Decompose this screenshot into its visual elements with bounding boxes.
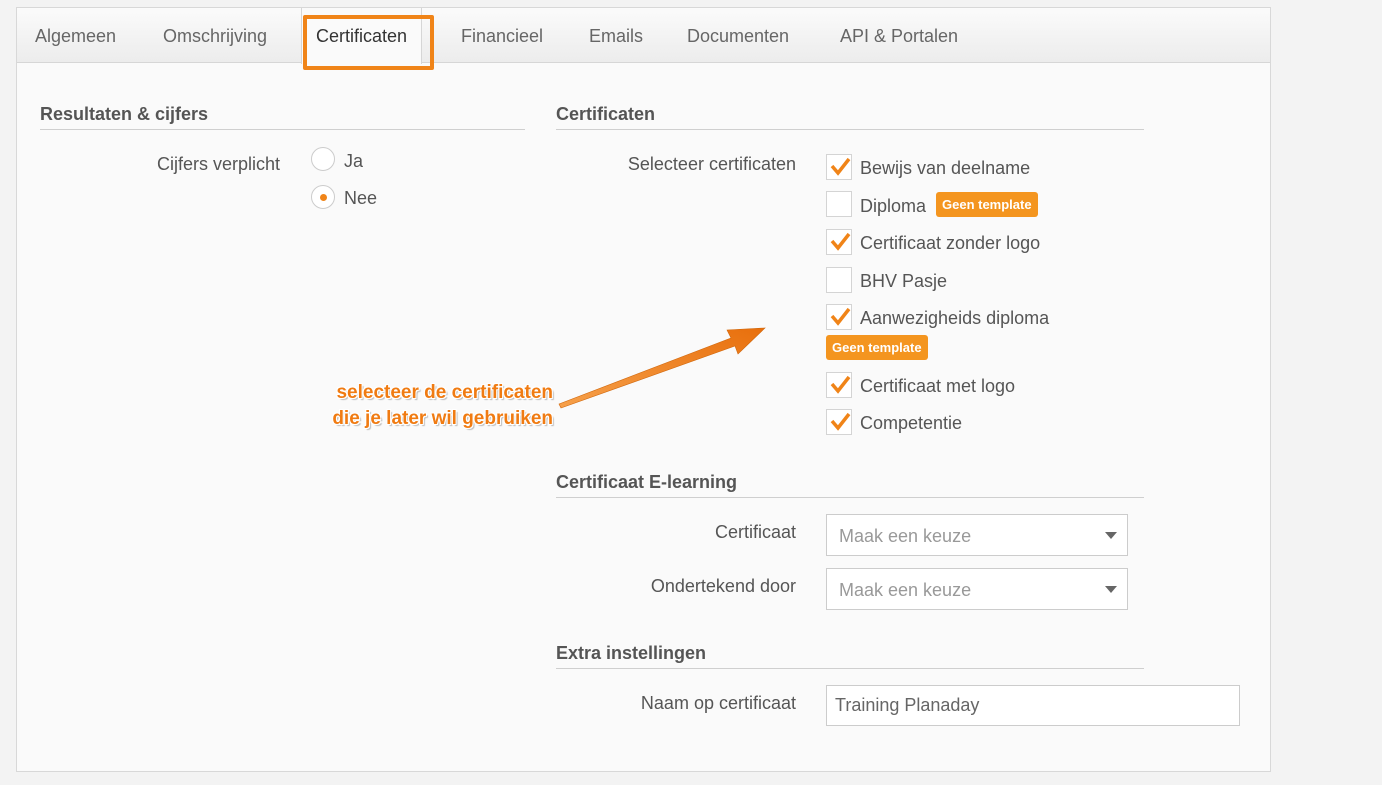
tab-api-portalen[interactable]: API & Portalen xyxy=(840,8,958,63)
cert-label: Aanwezigheids diploma xyxy=(860,308,1050,328)
tab-omschrijving[interactable]: Omschrijving xyxy=(163,8,267,63)
certificate-select[interactable]: Maak een keuze xyxy=(826,514,1128,556)
checkmark-icon xyxy=(830,157,851,176)
cert-label: Certificaat zonder logo xyxy=(860,233,1041,253)
results-section-title: Resultaten & cijfers xyxy=(40,104,525,130)
radio-nee[interactable] xyxy=(311,185,335,209)
extra-settings-title: Extra instellingen xyxy=(556,643,1144,669)
tab-emails[interactable]: Emails xyxy=(589,8,643,63)
chevron-down-icon xyxy=(1105,532,1117,539)
no-template-badge: Geen template xyxy=(936,192,1038,217)
cert-label: Competentie xyxy=(860,413,963,433)
signed-by-label: Ondertekend door xyxy=(650,576,796,596)
cert-label: Diploma xyxy=(860,196,927,216)
checkbox-competentie[interactable] xyxy=(826,409,852,435)
annotation-text: selecteer de certificaten die je later w… xyxy=(290,380,553,432)
cert-label: Bewijs van deelname xyxy=(860,158,1031,178)
certificates-section-title: Certificaten xyxy=(556,104,1144,130)
annotation-arrow-icon xyxy=(558,327,766,409)
checkbox-bewijs-van-deelname[interactable] xyxy=(826,154,852,180)
checkbox-certificaat-met-logo[interactable] xyxy=(826,372,852,398)
cijfers-verplicht-label: Cijfers verplicht xyxy=(156,154,280,174)
checkbox-aanwezigheids-diploma[interactable] xyxy=(826,304,852,330)
tab-documenten[interactable]: Documenten xyxy=(687,8,789,63)
chevron-down-icon xyxy=(1105,586,1117,593)
checkbox-diploma[interactable] xyxy=(826,191,852,217)
no-template-badge: Geen template xyxy=(826,335,928,360)
radio-ja-label: Ja xyxy=(344,151,364,171)
select-certificates-label: Selecteer certificaten xyxy=(627,154,796,174)
annotation-line-1: selecteer de certificaten xyxy=(336,382,553,403)
signed-by-select[interactable]: Maak een keuze xyxy=(826,568,1128,610)
checkmark-icon xyxy=(830,375,851,394)
tab-algemeen[interactable]: Algemeen xyxy=(35,8,116,63)
name-on-certificate-input[interactable] xyxy=(826,685,1240,726)
checkmark-icon xyxy=(830,307,851,326)
checkmark-icon xyxy=(830,232,851,251)
radio-nee-label: Nee xyxy=(344,188,378,208)
checkbox-bhv-pasje[interactable] xyxy=(826,267,852,293)
annotation-line-2: die je later wil gebruiken xyxy=(332,408,553,429)
checkmark-icon xyxy=(830,412,851,431)
radio-ja[interactable] xyxy=(311,147,335,171)
name-on-certificate-label: Naam op certificaat xyxy=(640,693,796,713)
signed-by-select-value: Maak een keuze xyxy=(839,580,972,600)
tab-certificaten[interactable]: Certificaten xyxy=(301,8,423,64)
tab-bar: Algemeen Omschrijving Certificaten Finan… xyxy=(17,8,1270,64)
certificate-select-label: Certificaat xyxy=(714,522,796,542)
checkbox-certificaat-zonder-logo[interactable] xyxy=(826,229,852,255)
cert-label: BHV Pasje xyxy=(860,271,948,291)
certificate-select-value: Maak een keuze xyxy=(839,526,972,546)
cert-label: Certificaat met logo xyxy=(860,376,1016,396)
tab-financieel[interactable]: Financieel xyxy=(461,8,543,63)
elearning-section-title: Certificaat E-learning xyxy=(556,472,1144,498)
